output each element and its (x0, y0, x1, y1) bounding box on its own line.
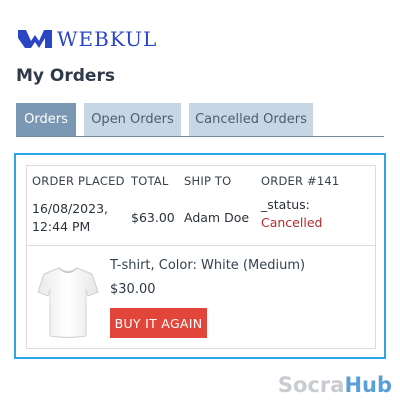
order-placed-value: 16/08/2023, 12:44 PM (32, 200, 142, 236)
buy-it-again-button[interactable]: BUY IT AGAIN (110, 308, 207, 338)
order-placed-header: ORDER PLACED (32, 174, 125, 188)
order-status: _status: Cancelled (261, 196, 375, 232)
order-number-header: ORDER #141 (261, 174, 339, 188)
order-card: ORDER PLACED TOTAL SHIP TO ORDER #141 16… (26, 165, 376, 349)
order-number-label: ORDER #141 (261, 174, 340, 188)
ship-to-header: SHIP TO (184, 174, 231, 188)
status-label: _status: (261, 197, 310, 212)
order-tabs: Orders Open Orders Cancelled Orders (16, 103, 384, 137)
logo-text: WEBKUL (57, 27, 158, 51)
product-name[interactable]: T-shirt, Color: White (Medium) (110, 258, 305, 273)
product-price: $30.00 (110, 282, 156, 297)
watermark-part-1: Socra (277, 373, 345, 397)
status-value: Cancelled (261, 215, 323, 230)
total-header: TOTAL (131, 174, 168, 188)
watermark-part-2: Hub (344, 373, 392, 397)
ship-to-label: SHIP TO (184, 174, 232, 188)
tab-open-orders[interactable]: Open Orders (84, 103, 181, 136)
socrahub-watermark: SocraHub (278, 373, 392, 397)
page: WEBKUL My Orders Orders Open Orders Canc… (0, 0, 400, 400)
brand-logo[interactable]: WEBKUL (17, 27, 157, 51)
tshirt-icon[interactable] (37, 265, 99, 339)
page-title: My Orders (16, 66, 115, 86)
webkul-logo-icon (18, 30, 52, 48)
order-placed-label: ORDER PLACED (32, 174, 125, 188)
tab-orders[interactable]: Orders (16, 103, 76, 136)
order-header: ORDER PLACED TOTAL SHIP TO ORDER #141 16… (27, 166, 375, 246)
order-placed-date: 16/08/2023, (32, 201, 109, 216)
ship-to-value: Adam Doe (184, 210, 250, 225)
total-label: TOTAL (131, 174, 169, 188)
order-total-value: $63.00 (131, 210, 175, 225)
order-frame: ORDER PLACED TOTAL SHIP TO ORDER #141 16… (14, 153, 386, 359)
order-placed-time: 12:44 PM (32, 219, 91, 234)
tab-cancelled-orders[interactable]: Cancelled Orders (189, 103, 313, 136)
